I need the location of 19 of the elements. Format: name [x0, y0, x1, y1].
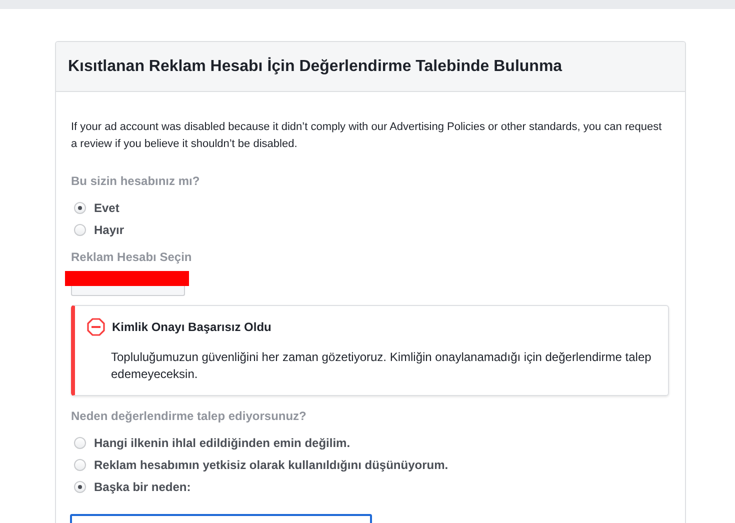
question-label: Neden değerlendirme talep ediyorsunuz?	[71, 408, 308, 424]
alert-message: Topluluğumuzun güvenliğini her zaman gözetiyoruz. Kimliğin onaylanamadığı için değerlendirme talep edemeyeceksin.	[111, 349, 652, 383]
radio-label[interactable]: Reklam hesabımın yetkisiz olarak kullanıldığını düşünüyorum.	[94, 458, 448, 472]
card-title: Kısıtlanan Reklam Hesabı İçin Değerlendirme Talebinde Bulunma	[68, 57, 564, 77]
radio-button[interactable]	[74, 224, 86, 236]
field-label: Reklam Hesabı Seçin	[71, 249, 193, 265]
radio-button[interactable]	[74, 481, 86, 493]
radio-label[interactable]: Hangi ilkenin ihlal edildiğinden emin değilim.	[94, 436, 350, 450]
radio-label[interactable]: Başka bir neden:	[94, 480, 191, 494]
radio-label[interactable]: Hayır	[94, 223, 124, 237]
alert-title: Kimlik Onayı Başarısız Oldu	[112, 320, 272, 334]
account-dropdown[interactable]	[71, 286, 185, 296]
radio-button[interactable]	[74, 437, 86, 449]
radio-button[interactable]	[74, 202, 86, 214]
intro-text: If your ad account was disabled because it didn’t comply with our Advertising Policies or other standards, you can request a review if you believe it shouldn’t be disabled.	[71, 120, 663, 152]
radio-button[interactable]	[74, 459, 86, 471]
radio-label[interactable]: Evet	[94, 201, 120, 215]
error-icon	[87, 318, 105, 336]
question-label: Bu sizin hesabınız mı?	[71, 173, 201, 189]
